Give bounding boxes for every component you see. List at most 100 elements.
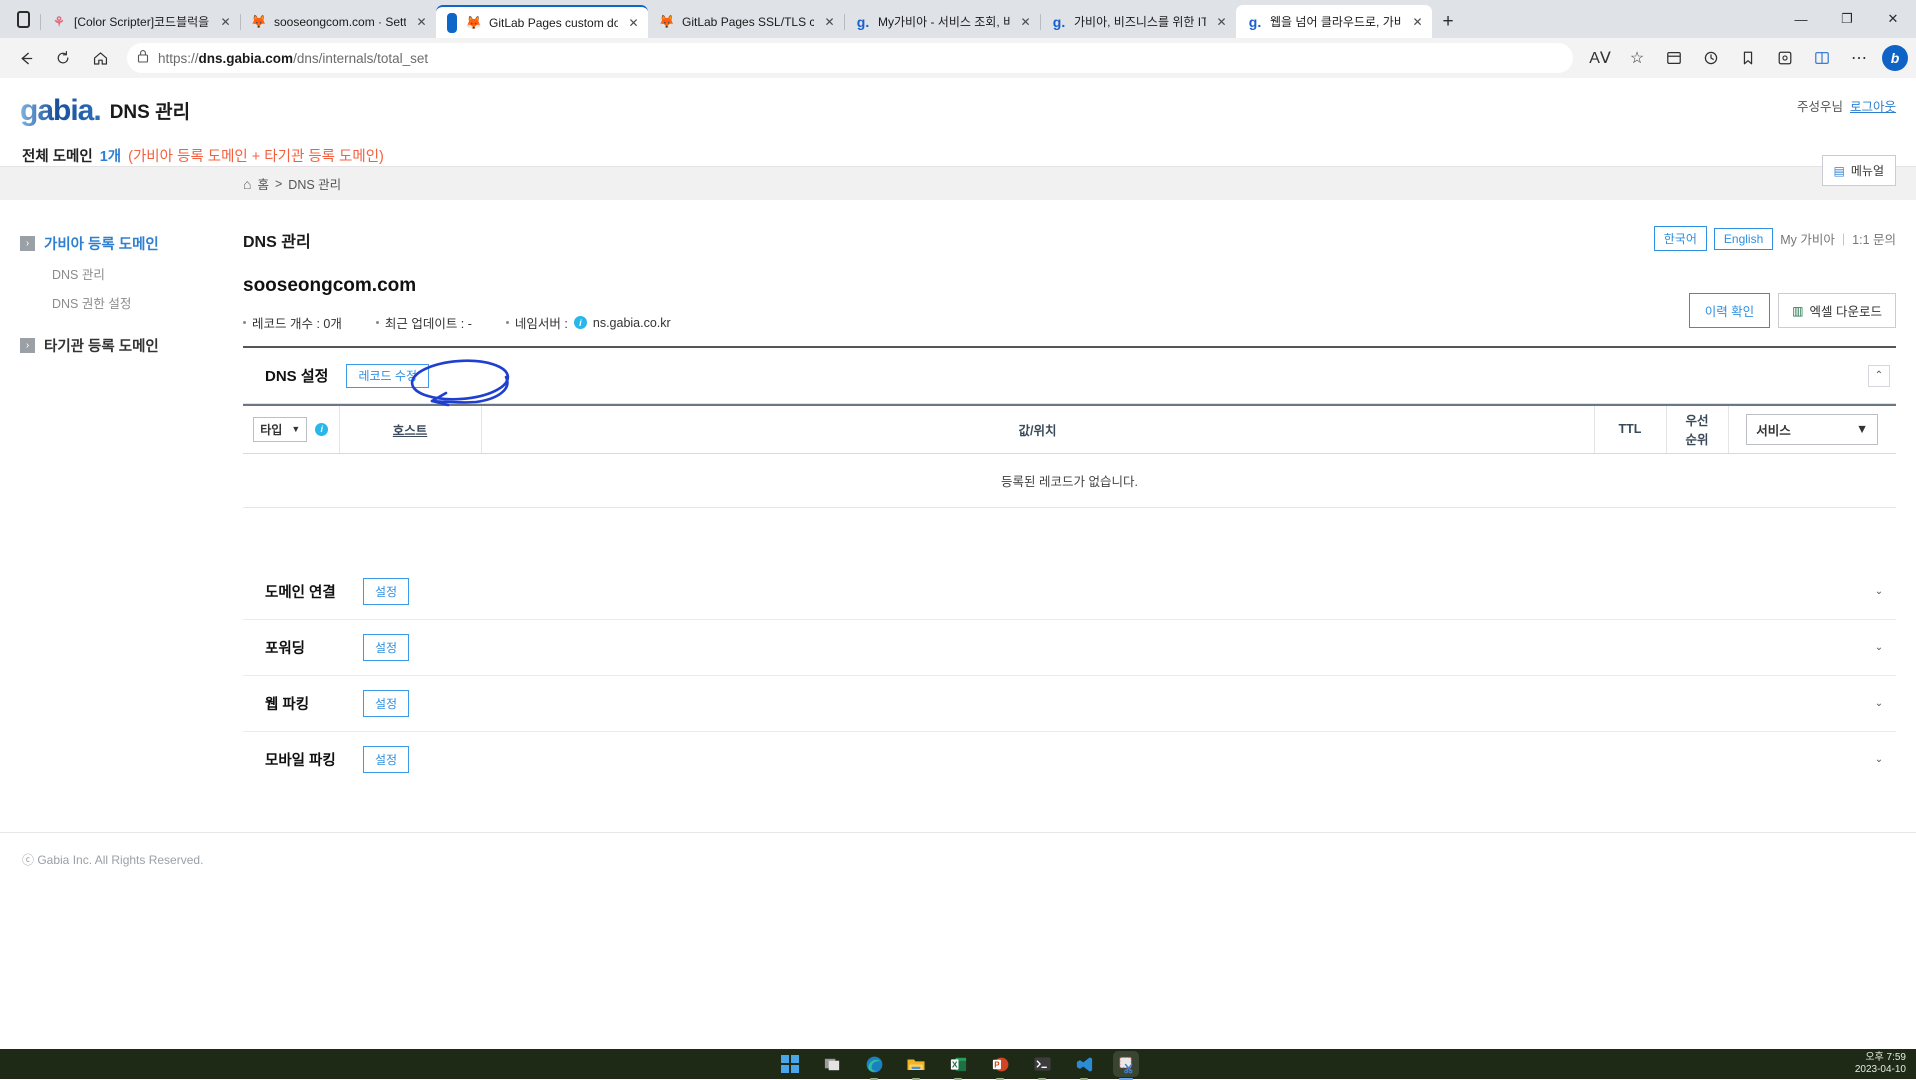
read-aloud-icon[interactable]: A͏ᐯ xyxy=(1582,42,1618,74)
powerpoint-icon[interactable]: P xyxy=(987,1051,1013,1077)
maximize-button[interactable]: ❐ xyxy=(1824,0,1870,38)
back-icon[interactable] xyxy=(8,42,44,74)
browser-tab-6-active[interactable]: g. 웹을 넘어 클라우드로, 가비아 ✕ xyxy=(1236,5,1432,38)
edge-icon[interactable] xyxy=(861,1051,887,1077)
collections-icon[interactable] xyxy=(1656,42,1692,74)
tab-title: My가비아 - 서비스 조회, 비용 결 xyxy=(878,13,1010,30)
refresh-icon[interactable] xyxy=(45,42,81,74)
close-window-button[interactable]: ✕ xyxy=(1870,0,1916,38)
favorite-star-icon[interactable]: ☆ xyxy=(1619,42,1655,74)
settings-more-icon[interactable]: ⋯ xyxy=(1841,42,1877,74)
favorites-bar-icon[interactable] xyxy=(1730,42,1766,74)
sidebar-item-dns-permission[interactable]: DNS 권한 설정 xyxy=(0,288,243,317)
terminal-icon[interactable] xyxy=(1029,1051,1055,1077)
info-icon[interactable]: i xyxy=(315,423,328,436)
tab-close-button[interactable]: ✕ xyxy=(1213,13,1230,30)
browser-tab-4[interactable]: g. My가비아 - 서비스 조회, 비용 결 ✕ xyxy=(844,5,1040,38)
expand-icon[interactable]: ⌄ xyxy=(1868,580,1890,602)
manual-button-label: 메뉴얼 xyxy=(1851,162,1884,179)
excel-icon: ▥ xyxy=(1792,304,1803,318)
dns-settings-title: DNS 설정 xyxy=(265,365,328,386)
inquiry-link[interactable]: 1:1 문의 xyxy=(1852,229,1896,248)
tab-close-button[interactable]: ✕ xyxy=(413,13,430,30)
home-icon[interactable] xyxy=(82,42,118,74)
breadcrumb-current: DNS 관리 xyxy=(288,174,341,193)
breadcrumb-home[interactable]: 홈 xyxy=(257,174,269,193)
file-explorer-icon[interactable] xyxy=(903,1051,929,1077)
clock-time: 오후 7:59 xyxy=(1865,1052,1906,1065)
tab-close-button[interactable]: ✕ xyxy=(821,13,838,30)
breadcrumb: ⌂ 홈 > DNS 관리 ▤ 메뉴얼 xyxy=(0,166,1916,200)
gabia-logo[interactable]: gabia. xyxy=(20,96,101,126)
accordion-web-parking[interactable]: 웹 파킹 설정 ⌄ xyxy=(243,676,1896,732)
accordion-forwarding[interactable]: 포워딩 설정 ⌄ xyxy=(243,620,1896,676)
browser-tab-5[interactable]: g. 가비아, 비즈니스를 위한 IT : 도메 ✕ xyxy=(1040,5,1236,38)
tab-title: 웹을 넘어 클라우드로, 가비아 xyxy=(1270,13,1402,30)
info-icon[interactable]: i xyxy=(574,316,587,329)
lang-korean-button[interactable]: 한국어 xyxy=(1654,226,1707,251)
main-content: DNS 관리 sooseongcom.com 레코드 개수 : 0개 최근 업데… xyxy=(243,200,1916,788)
settings-button[interactable]: 설정 xyxy=(363,746,409,773)
browser-tab-0[interactable]: ⚘ [Color Scripter]코드블럭을 HTM ✕ xyxy=(40,5,240,38)
type-filter-select[interactable]: 타입▼ xyxy=(253,417,307,442)
address-bar[interactable]: https://dns.gabia.com/dns/internals/tota… xyxy=(127,43,1573,73)
tab-close-button[interactable]: ✕ xyxy=(1017,13,1034,30)
start-icon[interactable] xyxy=(777,1051,803,1077)
column-priority: 우선 순위 xyxy=(1666,405,1728,453)
domain-summary-count: 1개 xyxy=(100,145,121,166)
tab-close-button[interactable]: ✕ xyxy=(217,13,234,30)
column-value: 값/위치 xyxy=(481,405,1594,453)
window-controls: — ❐ ✕ xyxy=(1778,0,1916,38)
brand-row: gabia. DNS 관리 xyxy=(0,96,1916,126)
new-tab-button[interactable]: + xyxy=(1432,6,1464,38)
excel-icon[interactable]: X xyxy=(945,1051,971,1077)
sidebar-group-gabia-domains[interactable]: › 가비아 등록 도메인 xyxy=(0,228,243,259)
history-check-button[interactable]: 이력 확인 xyxy=(1689,293,1770,328)
my-gabia-link[interactable]: My 가비아 xyxy=(1780,229,1835,248)
user-name: 주성우님 xyxy=(1797,100,1843,114)
accordion-domain-connect[interactable]: 도메인 연결 설정 ⌄ xyxy=(243,564,1896,620)
settings-button[interactable]: 설정 xyxy=(363,634,409,661)
task-view-icon[interactable] xyxy=(819,1051,845,1077)
minimize-button[interactable]: — xyxy=(1778,0,1824,38)
settings-button[interactable]: 설정 xyxy=(363,578,409,605)
tab-title: GitLab Pages custom domains xyxy=(489,16,618,30)
collapse-dns-section-icon[interactable]: ⌃ xyxy=(1868,365,1890,387)
taskbar-clock[interactable]: 오후 7:59 2023-04-10 xyxy=(1855,1049,1906,1079)
home-icon[interactable]: ⌂ xyxy=(243,176,251,192)
sidebar-group-other-domains[interactable]: › 타기관 등록 도메인 xyxy=(0,330,243,361)
expand-icon[interactable]: ⌄ xyxy=(1868,749,1890,771)
browser-tab-3[interactable]: 🦊 GitLab Pages SSL/TLS certificate ✕ xyxy=(648,5,844,38)
lang-english-button[interactable]: English xyxy=(1714,228,1773,250)
browser-tab-2[interactable]: 🦊 GitLab Pages custom domains ✕ xyxy=(436,5,648,38)
history-icon[interactable] xyxy=(1693,42,1729,74)
taskbar-icons: X P xyxy=(777,1051,1139,1077)
gitlab-icon: 🦊 xyxy=(466,15,482,31)
record-count: 레코드 개수 : 0개 xyxy=(243,313,342,332)
tab-title: GitLab Pages SSL/TLS certificate xyxy=(682,15,814,29)
breadcrumb-separator: > xyxy=(275,177,282,191)
service-filter-select[interactable]: 서비스▼ xyxy=(1746,414,1878,445)
tab-close-button[interactable]: ✕ xyxy=(625,14,642,31)
domain-summary-label: 전체 도메인 xyxy=(22,145,93,166)
tab-title: sooseongcom.com · Settings · 구 xyxy=(274,13,406,30)
expand-icon[interactable]: ⌄ xyxy=(1868,636,1890,658)
meta-buttons: 이력 확인 ▥ 엑셀 다운로드 xyxy=(1689,293,1896,328)
record-edit-button[interactable]: 레코드 수정 xyxy=(346,364,429,388)
copilot-bing-icon[interactable]: b xyxy=(1882,45,1908,71)
browser-essentials-icon[interactable] xyxy=(1767,42,1803,74)
tab-close-button[interactable]: ✕ xyxy=(1409,13,1426,30)
browser-tab-1[interactable]: 🦊 sooseongcom.com · Settings · 구 ✕ xyxy=(240,5,436,38)
vscode-icon[interactable] xyxy=(1071,1051,1097,1077)
accordion-mobile-parking[interactable]: 모바일 파킹 설정 ⌄ xyxy=(243,732,1896,788)
logout-link[interactable]: 로그아웃 xyxy=(1850,100,1896,114)
manual-button[interactable]: ▤ 메뉴얼 xyxy=(1822,155,1896,186)
settings-button[interactable]: 설정 xyxy=(363,690,409,717)
sidebar-item-dns-management[interactable]: DNS 관리 xyxy=(0,259,243,288)
snipping-tool-icon[interactable] xyxy=(1113,1051,1139,1077)
expand-icon[interactable]: ⌄ xyxy=(1868,692,1890,714)
excel-download-button[interactable]: ▥ 엑셀 다운로드 xyxy=(1778,293,1896,328)
tab-search-icon[interactable] xyxy=(6,0,40,38)
svg-text:P: P xyxy=(994,1060,1000,1069)
split-screen-icon[interactable] xyxy=(1804,42,1840,74)
